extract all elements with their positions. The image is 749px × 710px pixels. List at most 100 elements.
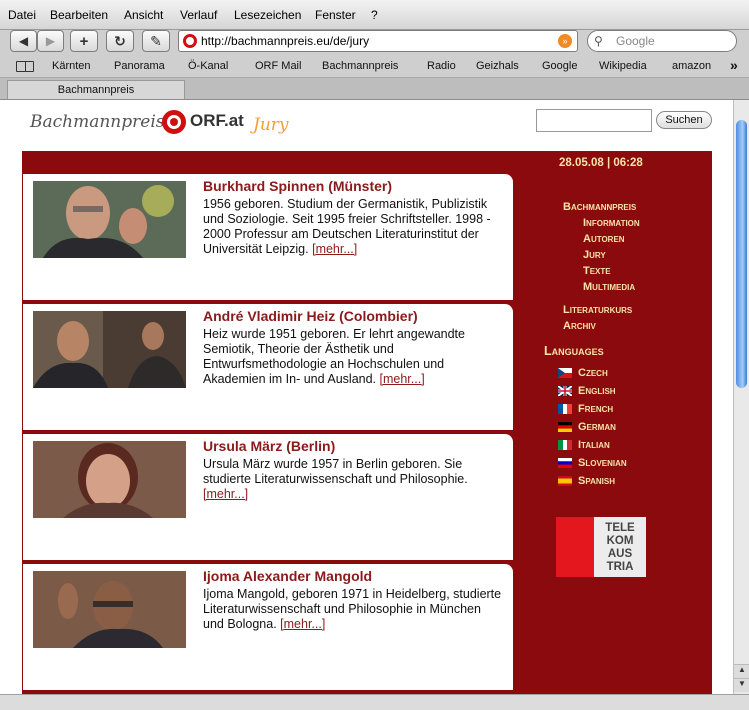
site-search-input[interactable] [536,109,652,132]
lang-label: Italian [578,439,610,451]
italy-flag-icon [558,440,572,450]
menu-help[interactable]: ? [371,8,378,22]
menu-datei[interactable]: Datei [8,8,36,22]
more-link[interactable]: [mehr...] [203,487,248,501]
orf-logo[interactable]: ORF.at [190,111,244,131]
jury-photo[interactable] [33,441,186,518]
tab-bachmannpreis[interactable]: Bachmannpreis [7,80,185,99]
bookmark-panorama[interactable]: Panorama [114,60,165,72]
bookmark-amazon[interactable]: amazon [672,60,711,72]
search-field[interactable]: ⚲ Google [587,30,737,52]
back-button[interactable]: ◀ [10,30,37,52]
slovenia-flag-icon [558,458,572,468]
lang-french[interactable]: French [558,403,613,415]
france-flag-icon [558,404,572,414]
jury-photo[interactable] [33,311,186,388]
more-link[interactable]: [mehr...] [312,242,357,256]
forward-icon: ▶ [45,34,56,48]
forward-button[interactable]: ▶ [37,30,64,52]
scroll-up-icon[interactable]: ▲ [734,664,749,678]
jury-card: Ijoma Alexander Mangold Ijoma Mangold, g… [23,564,513,690]
datetime: 28.05.08 | 06:28 [559,157,643,169]
reload-icon: ↻ [114,32,126,49]
add-bookmark-button[interactable]: + [70,30,98,52]
jury-bio-text: Ijoma Mangold, geboren 1971 in Heidelber… [203,587,502,631]
nav-jury[interactable]: Jury [583,249,606,261]
jury-bio-text: Ursula März wurde 1957 in Berlin geboren… [203,457,468,486]
section-title: Jury [253,115,289,135]
nav-bachmannpreis[interactable]: Bachmannpreis [563,201,636,213]
back-icon: ◀ [18,34,29,48]
czech-flag-icon [558,368,572,378]
more-link[interactable]: [mehr...] [380,372,425,386]
bookmark-geizhals[interactable]: Geizhals [476,60,519,72]
nav-information[interactable]: Information [583,217,640,229]
bookmarks-overflow-icon[interactable]: » [730,57,738,73]
menu-bar: Datei Bearbeiten Ansicht Verlauf Lesezei… [0,0,749,30]
telekom-austria-logo[interactable]: TELE KOM AUS TRIA [556,517,646,577]
jury-name[interactable]: Ursula März (Berlin) [203,438,335,454]
pencil-icon: ✎ [150,32,162,49]
reload-button[interactable]: ↻ [106,30,134,52]
spain-flag-icon [558,476,572,486]
lang-czech[interactable]: Czech [558,367,608,379]
address-bar[interactable]: http://bachmannpreis.eu/de/jury » [178,30,578,52]
telekom-logo-text: TELE KOM AUS TRIA [594,517,646,577]
lang-label: Slovenian [578,457,627,469]
more-link[interactable]: [mehr...] [280,617,325,631]
lang-slovenian[interactable]: Slovenian [558,457,627,469]
lang-label: German [578,421,616,433]
scroll-thumb[interactable] [736,120,747,388]
vertical-scrollbar[interactable]: ▲ ▼ [733,100,749,694]
site-search-button[interactable]: Suchen [656,111,712,129]
nav-multimedia[interactable]: Multimedia [583,281,635,293]
jury-name[interactable]: Burkhard Spinnen (Münster) [203,178,392,194]
lang-label: Czech [578,367,608,379]
lang-label: Spanish [578,475,615,487]
toolbar: ◀ ▶ + ↻ ✎ http://bachmannpreis.eu/de/jur… [0,30,749,56]
jury-name[interactable]: André Vladimir Heiz (Colombier) [203,308,418,324]
jury-photo[interactable] [33,181,186,258]
bookmarks-book-icon[interactable] [16,61,34,72]
url-text[interactable]: http://bachmannpreis.eu/de/jury [201,34,369,48]
lang-label: English [578,385,616,397]
lang-label: French [578,403,614,415]
lang-spanish[interactable]: Spanish [558,475,615,487]
nav-texte[interactable]: Texte [583,265,611,277]
menu-ansicht[interactable]: Ansicht [124,8,163,22]
bookmark-google[interactable]: Google [542,60,577,72]
bookmark-orf-mail[interactable]: ORF Mail [255,60,301,72]
orf-ring-icon [162,110,186,134]
nav-literaturkurs[interactable]: Literaturkurs [563,304,632,316]
scroll-down-icon[interactable]: ▼ [734,678,749,692]
jury-card: Ursula März (Berlin) Ursula März wurde 1… [23,434,513,560]
bookmark-bachmannpreis[interactable]: Bachmannpreis [322,60,398,72]
bookmarks-bar: Kärnten Panorama Ö-Kanal ORF Mail Bachma… [0,56,749,78]
bookmark-radio[interactable]: Radio [427,60,456,72]
bachmannpreis-logo[interactable]: Bachmannpreis [30,112,164,132]
jury-name[interactable]: Ijoma Alexander Mangold [203,568,372,584]
jury-card: André Vladimir Heiz (Colombier) Heiz wur… [23,304,513,430]
menu-bearbeiten[interactable]: Bearbeiten [50,8,108,22]
bookmark-wikipedia[interactable]: Wikipedia [599,60,647,72]
bookmark-oe-kanal[interactable]: Ö-Kanal [188,60,228,72]
menu-lesezeichen[interactable]: Lesezeichen [234,8,301,22]
lang-english[interactable]: English [558,385,616,397]
jury-card: Burkhard Spinnen (Münster) 1956 geboren.… [23,174,513,300]
rss-icon[interactable]: » [558,34,572,48]
tab-bar: Bachmannpreis [0,78,749,100]
edit-button[interactable]: ✎ [142,30,170,52]
menu-fenster[interactable]: Fenster [315,8,356,22]
menu-verlauf[interactable]: Verlauf [180,8,217,22]
bookmark-kaernten[interactable]: Kärnten [52,60,91,72]
jury-bio: Heiz wurde 1951 geboren. Er lehrt angewa… [203,327,503,387]
jury-bio: Ursula März wurde 1957 in Berlin geboren… [203,457,503,502]
sidebar: 28.05.08 | 06:28 Bachmannpreis Informati… [530,151,712,694]
jury-photo[interactable] [33,571,186,648]
lang-italian[interactable]: Italian [558,439,610,451]
jury-bio: 1956 geboren. Studium der Germanistik, P… [203,197,503,257]
nav-autoren[interactable]: Autoren [583,233,625,245]
lang-german[interactable]: German [558,421,616,433]
nav-archiv[interactable]: Archiv [563,320,596,332]
page-viewport: Bachmannpreis ORF.at Jury Suchen Burkhar… [0,100,733,694]
